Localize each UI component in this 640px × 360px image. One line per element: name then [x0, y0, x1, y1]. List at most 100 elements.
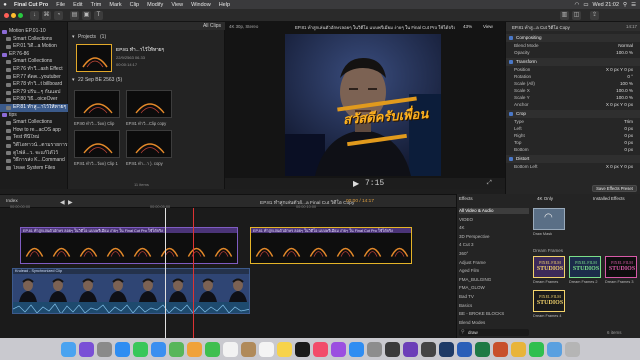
menu-app[interactable]: Final Cut Pro: [10, 2, 52, 8]
back-arrow-icon[interactable]: ◀: [60, 199, 65, 206]
transform-enable-checkbox[interactable]: [509, 60, 513, 64]
search-icon[interactable]: ⚲: [623, 2, 627, 8]
mail-icon[interactable]: [150, 341, 166, 357]
library-row[interactable]: โหลด System Files: [0, 165, 68, 173]
inspector-section-transform[interactable]: Transform: [506, 58, 640, 66]
finder-icon[interactable]: [60, 341, 76, 357]
share-icon[interactable]: ⇪: [590, 11, 599, 20]
library-row[interactable]: EP.79 ปรับ...ๆ กันแอป: [0, 89, 68, 97]
contacts-icon[interactable]: [240, 341, 256, 357]
calendar-icon[interactable]: [222, 341, 238, 357]
downloads-icon[interactable]: [546, 341, 562, 357]
library-row[interactable]: วิธีการส่ง K...Command: [0, 157, 68, 165]
inspector-section-compositing[interactable]: Compositing: [506, 34, 640, 42]
clip-thumbnail[interactable]: [126, 130, 172, 158]
playhead[interactable]: [165, 208, 166, 338]
inspector-row-top[interactable]: Top 0 px: [506, 139, 640, 146]
menu-window[interactable]: Window: [187, 2, 215, 8]
minimize-window-button[interactable]: [11, 13, 16, 18]
library-row[interactable]: EP.78 ทำวิ...t billboard: [0, 81, 68, 89]
inspector-row-scale-x[interactable]: Scale X 100.0 %: [506, 87, 640, 94]
clip-thumbnail[interactable]: [74, 90, 120, 118]
menu-edit[interactable]: Edit: [69, 2, 86, 8]
forward-arrow-icon[interactable]: ▶: [68, 199, 73, 206]
projects-disclosure-icon[interactable]: ▾: [72, 34, 75, 40]
scale-y-value[interactable]: 100.0 %: [616, 94, 633, 101]
play-button[interactable]: ▶: [353, 179, 359, 188]
effects-category[interactable]: VIDEO: [459, 217, 529, 223]
import-icon[interactable]: ↓: [30, 11, 39, 20]
system-preferences-icon[interactable]: [366, 341, 382, 357]
video-clip[interactable]: Krulead - Synchronized Clip: [12, 268, 250, 314]
final-cut-pro-icon[interactable]: [384, 341, 400, 357]
video-frame[interactable]: สวัสดีครับเพื่อน: [285, 34, 441, 176]
chrome-icon[interactable]: [510, 341, 526, 357]
effects-category[interactable]: 4K: [459, 225, 529, 231]
inspector-row-right[interactable]: Right 0 px: [506, 132, 640, 139]
zoom-window-button[interactable]: [18, 13, 23, 18]
inspector-row-opacity[interactable]: Opacity 100.0 %: [506, 49, 640, 56]
inspector-row-blend-mode[interactable]: Blend Mode Normal: [506, 42, 640, 49]
maps-icon[interactable]: [168, 341, 184, 357]
effects-category[interactable]: 3D Perspective: [459, 234, 529, 240]
inspector-row-bottom-left[interactable]: Bottom Left X 0 px Y 0 px: [506, 163, 640, 170]
inspector-row-scale-y[interactable]: Scale Y 100.0 %: [506, 94, 640, 101]
excel-icon[interactable]: [474, 341, 490, 357]
effects-category[interactable]: FMA_BULGING: [459, 277, 529, 283]
close-window-button[interactable]: [4, 13, 9, 18]
photos-icon[interactable]: ▣: [82, 11, 91, 20]
safari-icon[interactable]: [114, 341, 130, 357]
library-row[interactable]: EP.76 ทำวี...ash Effect: [0, 66, 68, 74]
effects-search[interactable]: ⚲ draw: [459, 329, 529, 336]
library-row[interactable]: EP.81 ทำสู...าไว้ให้หายๆ: [0, 103, 68, 112]
view-menu[interactable]: View: [483, 24, 493, 29]
inspector-row-type[interactable]: Type Trim: [506, 118, 640, 125]
zoom-level[interactable]: 43%: [463, 24, 472, 29]
library-row[interactable]: วิดีโอทาวน์...ตามรายการ: [0, 142, 68, 150]
inspector-row-anchor[interactable]: Anchor X 0 px Y 0 px: [506, 101, 640, 108]
effect-tile[interactable]: PIXEL FILM STUDIOS: [533, 290, 565, 312]
type-value[interactable]: Trim: [624, 118, 633, 125]
keyword-icon[interactable]: ⌘: [42, 11, 51, 20]
blend-mode-value[interactable]: Normal: [618, 42, 633, 49]
background-tasks-icon[interactable]: ◔: [54, 11, 63, 20]
library-row[interactable]: Smart Collections: [0, 58, 68, 66]
event-disclosure-icon[interactable]: ▾: [72, 77, 75, 83]
effects-category[interactable]: 360°: [459, 251, 529, 257]
inspector-section-distort[interactable]: Distort: [506, 155, 640, 163]
menu-clip[interactable]: Clip: [126, 2, 143, 8]
inspector-row-scale-all[interactable]: Scale (All) 100 %: [506, 80, 640, 87]
library-row[interactable]: EP.80 วิธี...oiceOver: [0, 96, 68, 104]
library-row[interactable]: EP.77 ตัดต...youtuber: [0, 74, 68, 82]
effect-tile[interactable]: PIXEL FILM STUDIOS: [533, 256, 565, 278]
reminders-icon[interactable]: [258, 341, 274, 357]
effects-category[interactable]: 4 Cut 3: [459, 242, 529, 248]
inspector-section-crop[interactable]: Crop: [506, 110, 640, 118]
crop-enable-checkbox[interactable]: [509, 112, 513, 116]
position-value[interactable]: X 0 px Y 0 px: [606, 66, 633, 73]
battery-icon[interactable]: ▭: [583, 2, 588, 8]
messages-icon[interactable]: [132, 341, 148, 357]
right-value[interactable]: 0 px: [624, 132, 633, 139]
line-icon[interactable]: [528, 341, 544, 357]
libraries-icon[interactable]: ▤: [70, 11, 79, 20]
motion-icon[interactable]: [402, 341, 418, 357]
title-clip[interactable]: EP.81 ทำสูกเล่นตัวอักษร ลอยๆ ในวิดีโอ แบ…: [20, 227, 238, 264]
apple-icon[interactable]: ●: [0, 2, 10, 8]
rotation-value[interactable]: 0 °: [627, 73, 633, 80]
menu-modify[interactable]: Modify: [143, 2, 167, 8]
effects-category[interactable]: Adjust Frame: [459, 260, 529, 266]
clip-thumbnail[interactable]: [74, 130, 120, 158]
top-value[interactable]: 0 px: [624, 139, 633, 146]
inspector-row-rotation[interactable]: Rotation 0 °: [506, 73, 640, 80]
library-row[interactable]: Test ที่นี่ใหม่: [0, 134, 68, 142]
library-row[interactable]: EP.01 วิดี...a Motion: [0, 43, 68, 51]
trash-icon[interactable]: [564, 341, 580, 357]
scale-x-value[interactable]: 100.0 %: [616, 87, 633, 94]
launchpad-icon[interactable]: [96, 341, 112, 357]
facetime-icon[interactable]: [204, 341, 220, 357]
tv-icon[interactable]: [294, 341, 310, 357]
save-effects-preset-button[interactable]: Save Effects Preset: [592, 185, 637, 192]
inspector-toggle-icon[interactable]: ◫: [572, 11, 581, 20]
left-value[interactable]: 0 px: [624, 125, 633, 132]
